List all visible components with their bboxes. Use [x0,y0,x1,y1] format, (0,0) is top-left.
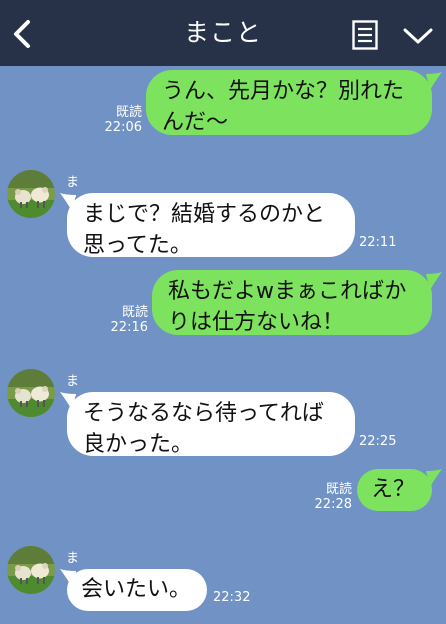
message-text: 会いたい。 [81,577,192,602]
message-bubble[interactable]: うん、先月かな？別れたんだ〜 [146,70,432,135]
bubble-tail [426,72,442,90]
avatar[interactable] [7,369,55,417]
bubble-tail [426,272,442,290]
message-bubble[interactable]: 会いたい。 [67,569,207,611]
message-time: 22:32 [213,590,251,605]
message-time: 22:11 [359,235,397,250]
sheep-photo-icon [7,170,55,218]
message-text: え？ [371,477,416,502]
notes-menu-icon[interactable] [352,20,378,50]
avatar[interactable] [7,170,55,218]
read-receipt: 既読 22:28 [314,482,352,512]
message-text: そうなるなら待ってれば良かった。 [83,401,324,457]
chat-title: まこと [183,18,262,47]
message-text: まじで？結婚するのかと思ってた。 [83,202,326,258]
chat-header: まこと [0,0,446,66]
sheep-photo-icon [7,369,55,417]
message-bubble[interactable]: 私もだよwまぁこればかりは仕方ないね！ [152,270,432,335]
message-bubble[interactable]: そうなるなら待ってれば良かった。 [67,392,355,457]
read-receipt: 既読 22:06 [104,105,142,135]
message-bubble[interactable]: え？ [357,469,432,511]
bubble-tail [426,469,442,487]
message-time: 22:28 [314,497,352,512]
chevron-down-icon[interactable] [403,27,433,45]
message-bubble[interactable]: まじで？結婚するのかと思ってた。 [67,193,355,258]
sheep-photo-icon [7,546,55,594]
avatar[interactable] [7,546,55,594]
message-time: 22:25 [359,434,397,449]
read-receipt: 既読 22:16 [110,305,148,335]
message-text: うん、先月かな？別れたんだ〜 [162,79,405,135]
message-time: 22:06 [104,120,142,135]
message-text: 私もだよwまぁこればかりは仕方ないね！ [168,279,407,335]
message-time: 22:16 [110,320,148,335]
